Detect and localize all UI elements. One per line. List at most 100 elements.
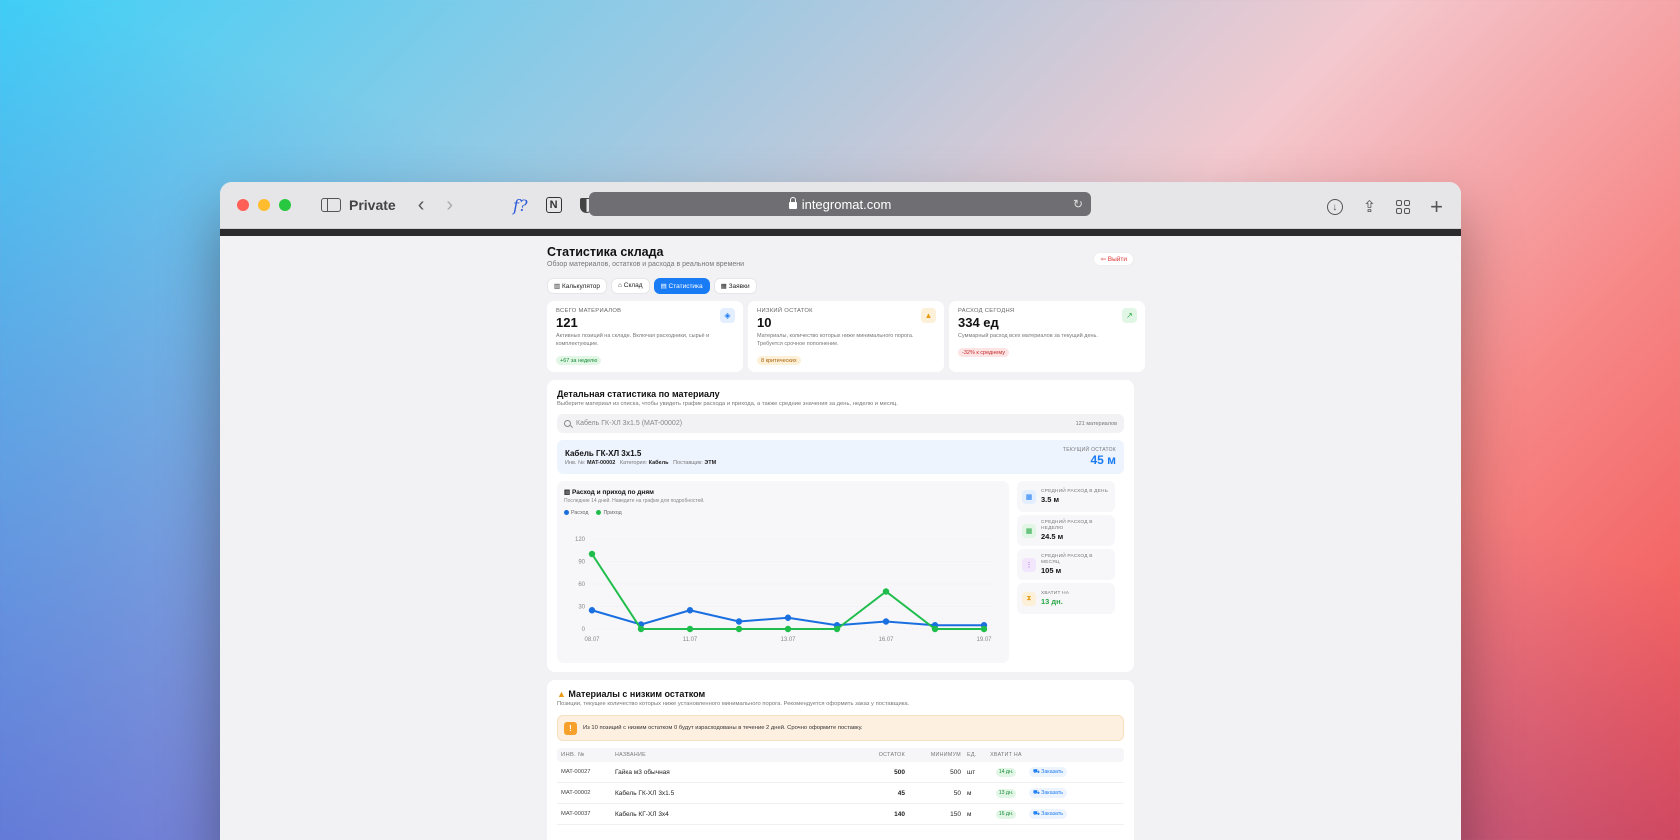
close-window-button[interactable] [237, 199, 249, 211]
nav-tabs: ▥ Калькулятор ⌂ Склад ▤ Статистика ▦ Зая… [547, 278, 1134, 294]
column-header: МИНИМУМ [930, 752, 961, 758]
order-label: Заказать [1041, 768, 1064, 775]
tab-label: Статистика [668, 283, 703, 290]
chart-title-text: Расход и приход по дням [571, 489, 654, 496]
tab-requests[interactable]: ▦ Заявки [713, 278, 757, 294]
low-stock-alert: ! Из 10 позиций с низким остатком 0 буду… [557, 715, 1124, 741]
inv-value: MAT-00002 [586, 459, 616, 466]
avg-month-card: ⋮ СРЕДНИЙ РАСХОД В МЕСЯЦ 105 м [1017, 549, 1115, 580]
table-row: MAT-00002 Кабель ГК-ХЛ 3x1.5 45 50 м 13 дн. ⛟ … [557, 783, 1124, 804]
table-row: MAT-00027 Гайка м3 обычная 500 500 шт 14 дн. ⛟… [557, 762, 1124, 783]
material-meta: Инв. №: MAT-00002 Категория: Кабель Пост… [565, 460, 716, 466]
lock-icon [788, 196, 797, 209]
toolbar-right: ↓ ⇪ + [1326, 194, 1443, 220]
line-chart-svg[interactable]: 0 30 60 90 120 08.07 11.07 13.07 16.07 19.07 [564, 529, 1002, 657]
card-label: НИЗКИЙ ОСТАТОК [757, 308, 813, 314]
data-point [784, 625, 792, 633]
low-stock-card: НИЗКИЙ ОСТАТОК 10 Материалы, количество … [748, 301, 944, 372]
legend-item-rashod: Расход [564, 510, 588, 516]
card-badge: -32% к среднему [958, 348, 1009, 358]
tab-calculator[interactable]: ▥ Калькулятор [547, 278, 608, 294]
cell-days: 16 дн. [995, 809, 1017, 819]
calendar-month-icon: ⋮ [1022, 557, 1036, 572]
avg-day-card: ▦ СРЕДНИЙ РАСХОД В ДЕНЬ 3.5 м [1017, 481, 1115, 512]
tab-label: Склад [623, 282, 643, 289]
tab-statistics[interactable]: ▤ Статистика [653, 278, 710, 294]
supplier-label: Поставщик: [673, 459, 703, 466]
address-bar[interactable]: integromat.com ↻ [589, 192, 1091, 216]
chart-emoji-icon: ▥ [564, 489, 572, 496]
tab-overview-icon[interactable] [1396, 200, 1411, 214]
card-value: 334 ед [958, 315, 999, 330]
cell-unit: м [967, 810, 972, 818]
data-point [637, 625, 645, 633]
warning-icon: ▲ [921, 308, 936, 323]
layers-icon: ◈ [720, 308, 735, 323]
order-button[interactable]: ⛟ Заказать [1029, 767, 1068, 777]
page-content: Статистика склада Обзор материалов, оста… [547, 236, 1145, 840]
search-input[interactable]: Кабель ГК-ХЛ 3x1.5 (MAT-00002) [576, 420, 1076, 427]
low-stock-title: ▲ Материалы с низким остатком [557, 689, 1124, 699]
card-value: 10 [757, 315, 772, 330]
data-point [931, 625, 939, 633]
legend-label: Расход [571, 509, 589, 516]
new-tab-icon[interactable]: + [1430, 194, 1443, 220]
cart-icon: ⛟ [1033, 810, 1042, 817]
y-tick-label: 30 [578, 605, 585, 611]
zoom-window-button[interactable] [279, 199, 291, 211]
page-header: Статистика склада Обзор материалов, оста… [547, 245, 1134, 268]
data-point [735, 618, 743, 625]
consumption-today-card: РАСХОД СЕГОДНЯ 334 ед Суммарный расход в… [949, 301, 1145, 372]
category-label: Категория: [619, 459, 648, 466]
legend-item-prihod: Приход [596, 510, 622, 516]
low-stock-table-body: MAT-00027 Гайка м3 обычная 500 500 шт 14 дн. ⛟… [557, 762, 1124, 825]
page-subtitle: Обзор материалов, остатков и расхода в р… [547, 261, 745, 268]
material-detail-panel: Детальная статистика по материалу Выбери… [547, 380, 1134, 672]
web-page: Статистика склада Обзор материалов, оста… [220, 236, 1461, 840]
card-label: ВСЕГО МАТЕРИАЛОВ [556, 308, 622, 314]
download-icon[interactable]: ↓ [1326, 199, 1343, 215]
tab-label: Заявки [728, 283, 750, 290]
order-button[interactable]: ⛟ Заказать [1029, 809, 1068, 819]
order-button[interactable]: ⛟ Заказать [1029, 788, 1068, 798]
notion-extension-icon[interactable]: N [545, 197, 562, 213]
chart-icon: ▤ [660, 283, 669, 290]
avg-week-card: ▦ СРЕДНИЙ РАСХОД В НЕДЕЛЮ 24.5 м [1017, 515, 1115, 546]
table-row: MAT-00037 Кабель КГ-ХЛ 3x4 140 150 м 16 дн. ⛟ … [557, 804, 1124, 825]
formula-extension-icon[interactable]: f? [513, 196, 528, 215]
calculator-icon: ▥ [554, 283, 562, 290]
data-point [833, 625, 841, 633]
back-arrow-icon[interactable]: ‹ [418, 194, 425, 217]
data-point [882, 618, 890, 625]
search-count: 121 материалов [1075, 420, 1117, 427]
data-point [588, 607, 596, 614]
material-search[interactable]: Кабель ГК-ХЛ 3x1.5 (MAT-00002) 121 матер… [557, 414, 1124, 433]
logout-icon: ⇦ [1100, 256, 1108, 263]
data-point [882, 588, 890, 595]
minimize-window-button[interactable] [258, 199, 270, 211]
average-stats: ▦ СРЕДНИЙ РАСХОД В ДЕНЬ 3.5 м ▦ СРЕДНИЙ Р… [1017, 481, 1115, 663]
cart-icon: ⛟ [1033, 768, 1042, 775]
card-badge: +67 за неделю [556, 356, 602, 366]
cell-min: 500 [950, 768, 961, 776]
trend-icon: ↗ [1122, 308, 1137, 323]
warning-emoji-icon: ▲ [557, 689, 569, 699]
search-icon [564, 420, 571, 427]
total-materials-card: ВСЕГО МАТЕРИАЛОВ 121 Активных позиций на… [547, 301, 743, 372]
clipboard-icon: ▦ [720, 283, 729, 290]
stat-value: 24.5 м [1041, 531, 1064, 541]
data-point [588, 550, 596, 558]
share-icon[interactable]: ⇪ [1363, 197, 1376, 217]
browser-window: Private ‹ › f? N integromat.com ↻ ↓ ⇪ + … [220, 182, 1461, 840]
summary-cards: ВСЕГО МАТЕРИАЛОВ 121 Активных позиций на… [547, 301, 1145, 372]
tab-warehouse[interactable]: ⌂ Склад [611, 278, 650, 294]
cell-days: 13 дн. [995, 788, 1017, 798]
logout-button[interactable]: ⇦ Выйти [1093, 252, 1134, 266]
calendar-week-icon: ▦ [1022, 523, 1036, 538]
stat-value: 13 дн. [1041, 596, 1063, 606]
sidebar-toggle-icon[interactable] [321, 198, 341, 212]
reload-icon[interactable]: ↻ [1073, 197, 1083, 211]
forward-arrow-icon[interactable]: › [446, 194, 453, 217]
y-tick-label: 0 [582, 627, 586, 633]
cell-name: Кабель КГ-ХЛ 3x4 [615, 810, 669, 818]
